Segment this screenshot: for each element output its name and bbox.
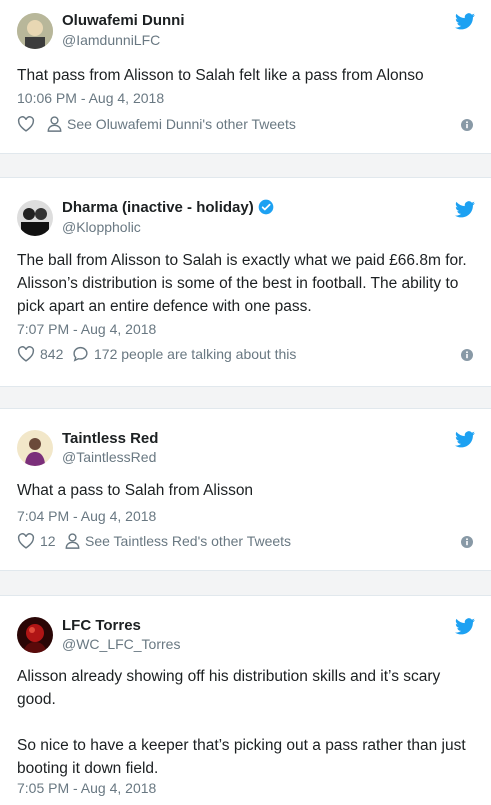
conversation-link[interactable]: 172 people are talking about this [72,346,296,362]
tweet-text: What a pass to Salah from Alisson [17,479,475,502]
avatar[interactable] [17,430,53,466]
author-handle[interactable]: @WC_LFC_Torres [62,636,180,652]
twitter-bird-icon[interactable] [455,618,475,635]
tweet-timestamp[interactable]: 10:06 PM - Aug 4, 2018 [17,90,164,106]
author-name[interactable]: Taintless Red [62,430,158,447]
tweet-paragraph: So nice to have a keeper that’s picking … [17,737,466,777]
other-tweets-label: See Taintless Red's other Tweets [85,533,292,549]
avatar[interactable] [17,13,53,49]
tweet-card: Taintless Red @TaintlessRed What a pass … [0,408,491,571]
conversation-label: 172 people are talking about this [94,346,297,362]
info-icon[interactable] [461,349,473,361]
author-handle[interactable]: @TaintlessRed [62,449,156,465]
tweet-text: The ball from Alisson to Salah is exactl… [17,249,475,318]
tweet-timestamp[interactable]: 7:04 PM - Aug 4, 2018 [17,508,156,524]
tweet-timestamp[interactable]: 7:05 PM - Aug 4, 2018 [17,780,156,796]
tweet-paragraph: The ball from Alisson to Salah is exactl… [17,252,467,315]
info-icon[interactable] [461,119,473,131]
other-tweets-link[interactable]: See Taintless Red's other Tweets [65,533,291,549]
info-icon[interactable] [461,536,473,548]
tweet-actions: 12 See Taintless Red's other Tweets [17,533,475,553]
twitter-bird-icon[interactable] [455,13,475,30]
tweet-timestamp[interactable]: 7:07 PM - Aug 4, 2018 [17,321,156,337]
like-button[interactable] [17,116,35,132]
reply-icon [73,346,88,362]
avatar[interactable] [17,617,53,653]
tweet-text: Alisson already showing off his distribu… [17,665,475,780]
author-name[interactable]: LFC Torres [62,617,141,634]
tweet-actions: 842 172 people are talking about this [17,346,475,366]
tweet-paragraph: What a pass to Salah from Alisson [17,482,254,499]
person-icon [47,116,62,132]
tweet-actions: See Oluwafemi Dunni's other Tweets [17,116,475,136]
author-name-text: Dharma (inactive - holiday) [62,199,254,216]
other-tweets-label: See Oluwafemi Dunni's other Tweets [67,116,296,132]
tweet-paragraph: That pass from Alisson to Salah felt lik… [17,67,424,84]
twitter-bird-icon[interactable] [455,201,475,218]
tweet-text: That pass from Alisson to Salah felt lik… [17,64,475,87]
verified-badge-icon [258,199,274,215]
author-name[interactable]: Dharma (inactive - holiday) [62,199,274,216]
tweet-paragraph: Alisson already showing off his distribu… [17,668,441,708]
other-tweets-link[interactable]: See Oluwafemi Dunni's other Tweets [47,116,296,132]
avatar[interactable] [17,200,53,236]
tweet-card: Dharma (inactive - holiday) @Kloppholic … [0,177,491,387]
twitter-bird-icon[interactable] [455,431,475,448]
author-handle[interactable]: @Kloppholic [62,219,141,235]
like-count: 12 [40,533,56,549]
author-handle[interactable]: @IamdunniLFC [62,32,160,48]
heart-icon [17,116,35,132]
heart-icon [17,533,35,549]
like-count: 842 [40,346,64,362]
like-button[interactable]: 12 [17,533,56,549]
like-button[interactable]: 842 [17,346,63,362]
heart-icon [17,346,35,362]
tweet-card: LFC Torres @WC_LFC_Torres Alisson alread… [0,595,491,805]
author-name[interactable]: Oluwafemi Dunni [62,12,185,29]
person-icon [65,533,80,549]
tweet-card: Oluwafemi Dunni @IamdunniLFC That pass f… [0,0,491,154]
